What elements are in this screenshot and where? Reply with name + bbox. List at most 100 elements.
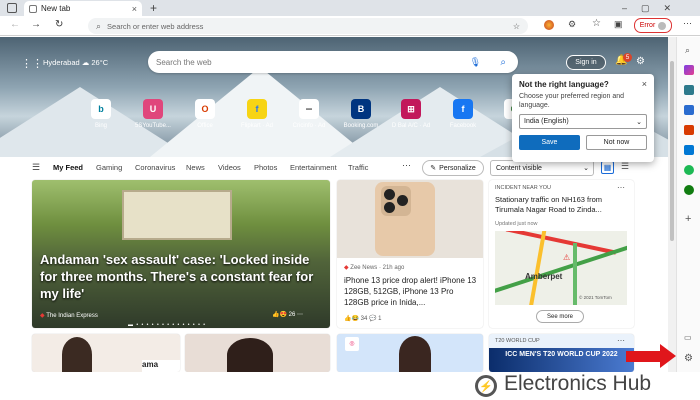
- feed-tab-gaming[interactable]: Gaming: [96, 163, 122, 172]
- tab-new-tab[interactable]: New tab ×: [24, 1, 142, 16]
- news-card-actress[interactable]: [185, 334, 330, 372]
- quick-link-bing[interactable]: b Bing: [79, 99, 123, 129]
- quick-link-dbal[interactable]: ⊞ D Bal A/C · Ad: [389, 99, 433, 129]
- favorite-star-icon[interactable]: ☆: [513, 22, 520, 31]
- source-row: ◆ The Indian Express: [40, 312, 98, 319]
- feed-tab-videos[interactable]: Videos: [218, 163, 241, 172]
- quick-link-cricinfo[interactable]: ▬ Cricinfo · Ad: [287, 99, 331, 129]
- feed-tab-news[interactable]: News: [186, 163, 205, 172]
- news-card-ad[interactable]: ◎: [337, 334, 483, 372]
- reactions[interactable]: 👍😂 34 💬 1: [344, 315, 381, 322]
- save-button[interactable]: Save: [519, 135, 580, 151]
- watermark-text: Electronics Hub: [504, 372, 652, 395]
- microphone-icon[interactable]: 🎙: [470, 57, 481, 68]
- shopping-icon[interactable]: [684, 65, 694, 75]
- weather-widget[interactable]: Hyderabad ☁ 26°C: [43, 58, 108, 67]
- scrollbar-thumb[interactable]: [670, 61, 674, 241]
- t20-card[interactable]: T20 WORLD CUP ⋯ ICC MEN'S T20 WORLD CUP …: [489, 334, 634, 372]
- window-controls[interactable]: –▢✕: [622, 3, 685, 14]
- close-icon[interactable]: ×: [642, 79, 647, 89]
- add-icon[interactable]: +: [685, 213, 691, 225]
- search-icon[interactable]: ⌕: [685, 45, 695, 55]
- tools-icon[interactable]: [684, 85, 694, 95]
- more-tabs-icon[interactable]: ⋯: [402, 160, 411, 171]
- quick-link-flipkart[interactable]: f Flipkart · Ad: [235, 99, 279, 129]
- carousel-dots[interactable]: ▬ • • • • • • • • • • • • • •: [128, 322, 206, 328]
- news-card-celebrity[interactable]: ama: [32, 334, 180, 372]
- close-tab-icon[interactable]: ×: [132, 4, 137, 14]
- tree-icon[interactable]: [684, 185, 694, 195]
- building-image: [122, 190, 232, 240]
- quick-link-office[interactable]: O Office: [183, 99, 227, 129]
- address-input[interactable]: Search or enter web address: [107, 22, 203, 31]
- outlook-icon[interactable]: [684, 145, 694, 155]
- address-bar[interactable]: ⌕ Search or enter web address ☆: [88, 18, 528, 34]
- reaction-count: 34: [360, 316, 368, 322]
- see-more-button[interactable]: See more: [536, 310, 584, 323]
- quick-link-youtube[interactable]: U 5SYouTube...: [131, 99, 175, 129]
- settings-gear-icon[interactable]: ⚙: [636, 56, 645, 67]
- quick-link-facebook[interactable]: f Facebook: [441, 99, 485, 129]
- split-screen-icon[interactable]: ▭: [684, 333, 692, 342]
- tab-actions-icon[interactable]: [7, 3, 17, 13]
- temperature: 26°C: [91, 58, 109, 67]
- spotify-icon[interactable]: [684, 165, 694, 175]
- source-row: ◆ Zee News · 21h ago: [344, 264, 404, 271]
- profile-avatar: [658, 21, 667, 30]
- feed-tab-entertainment[interactable]: Entertainment: [290, 163, 337, 172]
- more-options-icon[interactable]: ⋯: [617, 183, 625, 192]
- favorites-icon[interactable]: ☆: [592, 18, 601, 29]
- feed-tab-photos[interactable]: Photos: [254, 163, 277, 172]
- extensions-icon[interactable]: ⚙: [568, 19, 576, 30]
- facebook-icon: f: [453, 99, 473, 119]
- back-icon[interactable]: ←: [10, 19, 20, 30]
- games-icon[interactable]: [684, 105, 694, 115]
- feed-tab-my-feed[interactable]: My Feed: [53, 163, 83, 172]
- quick-link-label: Cricinfo · Ad: [292, 123, 326, 129]
- search-web-input[interactable]: Search the web: [156, 58, 212, 67]
- camera-lens: [384, 202, 395, 213]
- refresh-icon[interactable]: ↻: [55, 19, 63, 30]
- error-badge[interactable]: Error: [634, 18, 672, 33]
- content-visibility-select[interactable]: Content visible ⌄: [490, 160, 594, 176]
- tab-bar: New tab × + –▢✕: [0, 0, 700, 16]
- quick-link-booking[interactable]: B Booking.com: [339, 99, 383, 129]
- news-card-iphone[interactable]: ◆ Zee News · 21h ago iPhone 13 price dro…: [337, 180, 483, 328]
- person-image: [399, 336, 431, 372]
- forward-icon[interactable]: →: [31, 19, 41, 30]
- sidebar-settings-icon[interactable]: ⚙: [684, 353, 693, 364]
- language-select[interactable]: India (English) ⌄: [519, 114, 647, 130]
- quick-link-label: Bing: [94, 123, 107, 129]
- personalize-label: Personalize: [439, 164, 476, 172]
- feed-tab-coronavirus[interactable]: Coronavirus: [135, 163, 175, 172]
- personalize-button[interactable]: ✎ Personalize: [422, 160, 484, 176]
- collections-icon[interactable]: ▣: [614, 19, 623, 30]
- extension-icon[interactable]: [544, 20, 554, 30]
- ad-logo-icon: ◎: [345, 337, 359, 351]
- feed-tab-traffic[interactable]: Traffic: [348, 163, 368, 172]
- traffic-card[interactable]: INCIDENT NEAR YOU ⋯ Stationary traffic o…: [489, 180, 634, 328]
- news-card-andaman[interactable]: Andaman 'sex assault' case: 'Locked insi…: [32, 180, 330, 328]
- more-options-icon[interactable]: ⋯: [617, 336, 625, 345]
- traffic-map[interactable]: Amberpet ⚠ © 2021 TomTom: [495, 231, 627, 305]
- hamburger-menu-icon[interactable]: ☰: [32, 162, 40, 173]
- map-label: Amberpet: [525, 272, 563, 281]
- chevron-down-icon: ⌄: [636, 118, 642, 126]
- sign-in-button[interactable]: Sign in: [566, 55, 606, 70]
- reactions[interactable]: 👍😍 26 ⋯: [272, 311, 303, 318]
- new-tab-button[interactable]: +: [150, 1, 157, 15]
- more-menu-icon[interactable]: ⋯: [683, 18, 692, 29]
- card-label: INCIDENT NEAR YOU: [495, 185, 552, 191]
- not-now-button[interactable]: Not now: [585, 135, 647, 151]
- web-search-box[interactable]: Search the web 🎙 ⌕: [148, 51, 518, 73]
- grid-view-icon[interactable]: ▦: [601, 161, 614, 174]
- office-icon[interactable]: [684, 125, 694, 135]
- list-view-icon[interactable]: ☰: [621, 161, 629, 172]
- scrollbar[interactable]: [668, 37, 676, 372]
- notification-count: 5: [623, 53, 632, 62]
- search-icon[interactable]: ⌕: [500, 57, 506, 68]
- language-value: India (English): [524, 118, 569, 126]
- amazon-sign: ama: [142, 360, 180, 372]
- apps-launcher-icon[interactable]: ⋮⋮: [21, 57, 43, 70]
- camera-lens: [397, 195, 408, 206]
